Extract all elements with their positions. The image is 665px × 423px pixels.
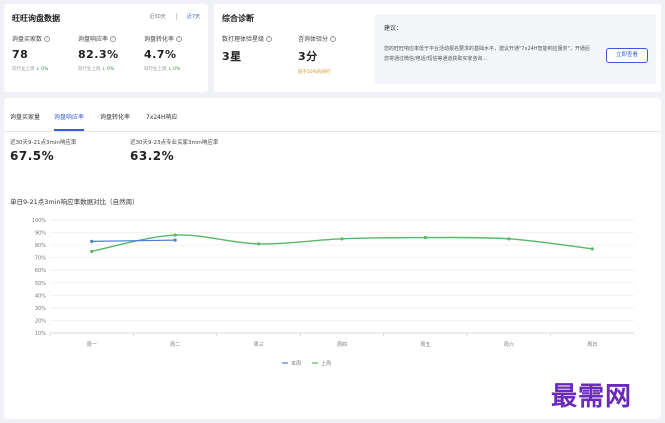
diagnosis-card: 综合诊断 数打理体验星级? 3星 咨询体验分? 3分 低于50%的同行 建议： … (214, 4, 661, 92)
metric-experience-score: 咨询体验分? 3分 低于50%的同行 (298, 34, 368, 75)
stat-label: 近30天9-21点3min响应率 (10, 140, 77, 146)
tab-24h-response[interactable]: 7x24H响应 (146, 112, 178, 129)
data-point-this-week (90, 239, 94, 243)
inquiry-card-title: 旺旺询盘数据 (12, 14, 60, 23)
help-icon[interactable]: ? (266, 35, 273, 42)
metric-compare: 低于50%的同行 (298, 70, 331, 75)
metric-buyers: 询盘买家数? 78 较行业上周 ↓ 0% (12, 34, 74, 72)
page: 旺旺询盘数据 近30天 近7天 询盘买家数? 78 较行业上周 ↓ 0% 询盘响… (0, 0, 665, 423)
watermark: 最需网 (551, 382, 633, 412)
y-tick-label: 40% (35, 293, 46, 299)
metric-value: 78 (12, 48, 29, 61)
y-tick-label: 100% (32, 218, 47, 224)
y-tick-label: 60% (35, 268, 46, 274)
x-tick-label: 周二 (170, 342, 180, 348)
x-tick-label: 周三 (254, 342, 264, 348)
help-icon[interactable]: ? (176, 35, 183, 42)
metric-response-rate: 询盘响应率? 82.3% 较行业上周 ↓ 0% (78, 34, 140, 72)
tab-conversion-rate[interactable]: 询盘转化率 (100, 112, 130, 129)
y-tick-label: 10% (35, 331, 46, 337)
data-point-this-week (173, 238, 177, 242)
help-icon[interactable]: ? (110, 35, 117, 42)
series-line-this-week (91, 239, 176, 242)
metric-value: 3分 (298, 50, 318, 63)
period-tabs: 近30天 近7天 (149, 13, 200, 20)
period-tab-divider (175, 13, 177, 20)
chart-title: 单日9-21点3min响应率数据对比（自然周） (10, 198, 139, 206)
advice-text: 您的旺旺响应率低于平台活动报名要求的基础水平，建议开通"7x24H智能响应服务"… (384, 46, 590, 62)
y-tick-label: 70% (35, 256, 46, 262)
y-tick-label: 20% (35, 318, 46, 324)
data-point-last-week (90, 249, 94, 253)
data-point-last-week (256, 242, 261, 246)
y-tick-label: 30% (35, 306, 46, 312)
metric-service-stars: 数打理体验星级? 3星 (222, 34, 284, 64)
metric-compare: 较行业上周 (144, 67, 167, 72)
metric-value: 4.7% (144, 48, 177, 61)
inquiry-data-card: 旺旺询盘数据 近30天 近7天 询盘买家数? 78 较行业上周 ↓ 0% 询盘响… (4, 4, 208, 92)
help-icon[interactable]: ? (44, 35, 51, 42)
metric-label: 询盘买家数 (12, 36, 43, 43)
trend-down-indicator: ↓ 0% (35, 67, 49, 72)
stat-30d-response: 近30天9-21点3min响应率 67.5% (10, 138, 76, 163)
period-tab-7d[interactable]: 近7天 (187, 13, 200, 20)
metric-label: 询盘转化率 (144, 36, 175, 43)
view-now-button[interactable]: 立即查看 (606, 48, 648, 63)
stat-label: 近30天9-23点专业买家3min响应率 (130, 140, 219, 146)
stat-value: 67.5% (10, 149, 55, 163)
tab-inquiry-buyers[interactable]: 询盘买家量 (10, 112, 40, 129)
y-tick-label: 80% (35, 243, 46, 249)
x-tick-label: 周日 (587, 342, 597, 348)
stat-value: 63.2% (130, 149, 175, 163)
data-point-last-week (173, 233, 177, 237)
metric-conversion-rate: 询盘转化率? 4.7% 较行业上周 ↓ 0% (144, 34, 206, 72)
metric-label: 咨询体验分 (298, 36, 329, 43)
data-point-last-week (590, 247, 594, 251)
data-point-last-week (423, 235, 428, 240)
y-tick-label: 50% (35, 281, 46, 287)
trend-down-indicator: ↓ 0% (167, 67, 181, 72)
tab-response-rate[interactable]: 询盘响应率 (54, 112, 85, 131)
trend-down-indicator: ↓ 0% (101, 67, 115, 72)
metric-tabs: 询盘买家量 询盘响应率 询盘转化率 7x24H响应 (4, 108, 661, 132)
data-point-last-week (340, 237, 344, 241)
metric-label: 询盘响应率 (78, 36, 109, 43)
period-tab-30d[interactable]: 近30天 (149, 13, 165, 20)
x-tick-label: 周四 (337, 342, 347, 348)
help-icon[interactable]: ? (330, 35, 337, 42)
diagnosis-card-title: 综合诊断 (222, 14, 254, 23)
data-point-last-week (507, 237, 511, 241)
x-tick-label: 周一 (87, 342, 97, 348)
y-tick-label: 90% (35, 231, 46, 237)
stat-30d-pro-response: 近30天9-23点专业买家3min响应率 63.2% (130, 138, 218, 163)
metric-value: 3星 (222, 50, 242, 63)
x-tick-label: 周六 (504, 341, 514, 348)
metric-compare: 较行业上周 (78, 67, 101, 72)
main-card: 询盘买家量 询盘响应率 询盘转化率 7x24H响应 近30天9-21点3min响… (4, 98, 661, 419)
metric-value: 82.3% (78, 48, 119, 61)
metric-compare: 较行业上周 (12, 67, 35, 72)
advice-box: 建议： 您的旺旺响应率低于平台活动报名要求的基础水平，建议开通"7x24H智能响… (374, 14, 656, 84)
advice-title: 建议： (384, 25, 403, 32)
x-tick-label: 周五 (420, 342, 430, 348)
metric-label: 数打理体验星级 (222, 36, 265, 43)
legend-label-this-week: 本周 (291, 360, 301, 367)
legend-label-last-week: 上周 (321, 360, 331, 367)
